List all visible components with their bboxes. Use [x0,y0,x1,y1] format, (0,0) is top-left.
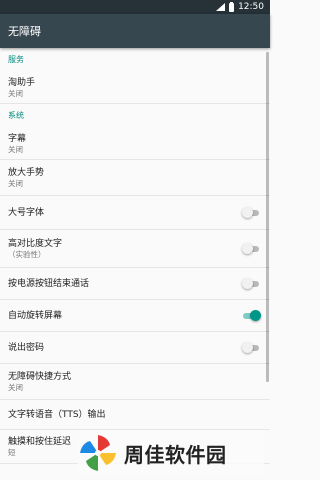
settings-list[interactable]: 服务 淘助手 关闭 系统 字幕 关闭 放大手势 关闭 大号字体 高对比度文字 （… [0,48,270,480]
list-item-large-text[interactable]: 大号字体 [0,196,270,230]
list-item-accessibility-shortcut[interactable]: 无障碍快捷方式 关闭 [0,364,270,400]
item-summary: 关闭 [8,88,23,98]
item-summary: （实验性） [8,249,46,259]
list-item-taobao-helper[interactable]: 淘助手 关闭 [0,72,270,104]
item-summary: 关闭 [8,144,23,154]
item-title: 字幕 [8,133,27,144]
speak-passwords-switch[interactable] [242,341,260,354]
list-item-high-contrast-text[interactable]: 高对比度文字 （实验性） [0,230,270,268]
list-item-speak-passwords[interactable]: 说出密码 [0,332,270,364]
item-title: 说出密码 [8,342,45,353]
page-title: 无障碍 [8,25,41,38]
item-title: 自动旋转屏幕 [8,310,63,321]
list-item-magnification[interactable]: 放大手势 关闭 [0,160,270,196]
section-header-services: 服务 [8,55,24,64]
item-title: 淘助手 [8,77,36,88]
item-summary: 关闭 [8,382,23,392]
item-summary: 关闭 [8,178,23,188]
battery-icon [229,1,235,12]
large-text-switch[interactable] [242,206,260,219]
list-item-captions[interactable]: 字幕 关闭 [0,128,270,160]
item-title: 文字转语音（TTS）输出 [8,409,106,420]
item-title: 按电源按钮结束通话 [8,278,90,289]
watermark-text: 周佳软件园 [124,442,227,467]
item-title: 高对比度文字 [8,238,63,249]
item-title: 大号字体 [8,207,45,218]
item-title: 无障碍快捷方式 [8,371,72,382]
pinwheel-logo-icon [80,435,116,471]
auto-rotate-switch[interactable] [242,309,261,322]
section-header-system: 系统 [8,111,24,120]
signal-icon [216,3,226,11]
power-ends-call-switch[interactable] [242,277,260,290]
status-time: 12:50 [238,2,264,12]
status-bar: 12:50 [0,0,270,14]
app-bar: 无障碍 [0,14,270,48]
list-item-tts-output[interactable]: 文字转语音（TTS）输出 [0,400,270,430]
watermark: 周佳软件园 [78,430,264,476]
scrollbar[interactable] [266,52,269,382]
list-item-auto-rotate[interactable]: 自动旋转屏幕 [0,300,270,332]
high-contrast-switch[interactable] [242,242,260,255]
item-title: 放大手势 [8,167,45,178]
list-item-power-button-ends-call[interactable]: 按电源按钮结束通话 [0,268,270,300]
